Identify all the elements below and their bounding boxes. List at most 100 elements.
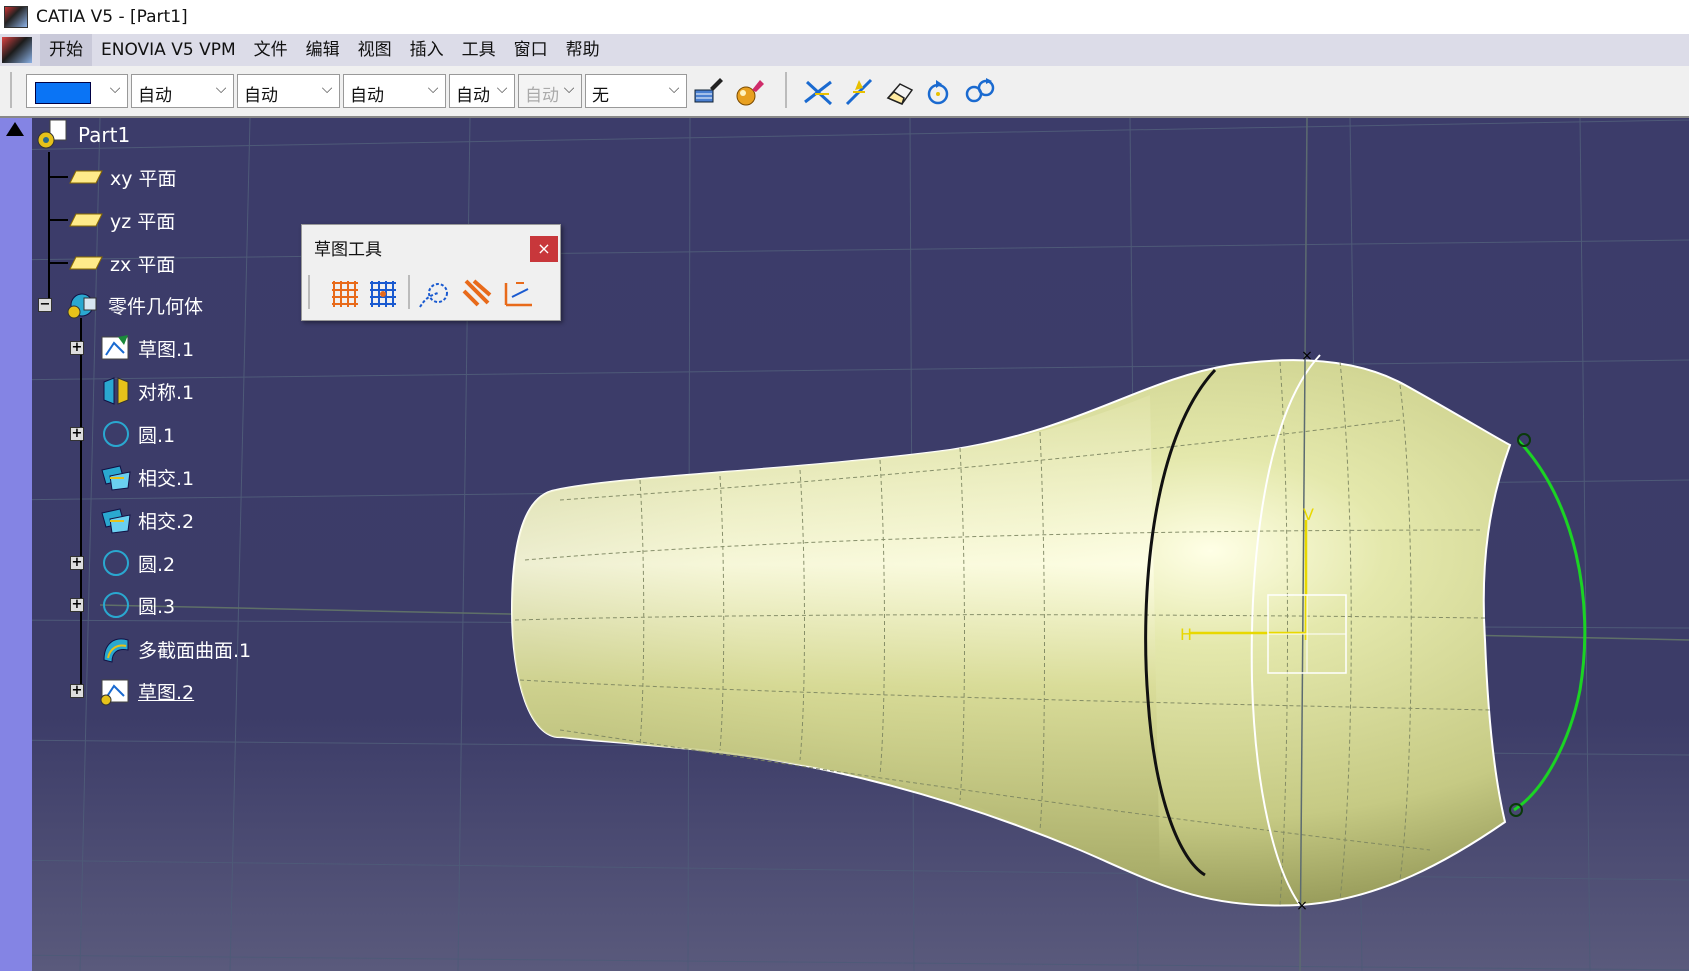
snap-to-point-icon[interactable] — [366, 277, 400, 311]
window-title: CATIA V5 - [Part1] — [36, 7, 188, 27]
toolbar-title-bar[interactable]: 草图工具 × — [302, 225, 560, 269]
menu-edit[interactable]: 编辑 — [297, 34, 349, 66]
tree-item-zx-plane[interactable]: zx 平面 — [68, 248, 175, 278]
linetype-combo[interactable]: 自动 ⌵ — [343, 74, 446, 108]
menu-start[interactable]: 开始 — [40, 34, 92, 66]
tree-item-label: 多截面曲面.1 — [138, 639, 252, 662]
trim-icon[interactable] — [803, 76, 835, 108]
menu-insert[interactable]: 插入 — [401, 34, 453, 66]
sketch-tools-toolbar[interactable]: 草图工具 × — [301, 224, 561, 321]
menu-file[interactable]: 文件 — [245, 34, 297, 66]
menu-tools[interactable]: 工具 — [453, 34, 505, 66]
tree-item-symmetry-1[interactable]: 对称.1 — [100, 376, 194, 406]
catia-logo-icon[interactable] — [2, 37, 32, 63]
chevron-down-icon: ⌵ — [109, 81, 121, 97]
tree-item-part-body[interactable]: 零件几何体 — [64, 290, 203, 320]
point-type-combo[interactable]: 自动 ⌵ — [449, 74, 515, 108]
tree-item-label: yz 平面 — [110, 210, 176, 233]
plane-icon — [69, 170, 103, 184]
tree-side-bar — [0, 118, 32, 971]
split-icon[interactable] — [843, 76, 875, 108]
toolbar-grip[interactable] — [308, 275, 310, 309]
tree-item-sketch-2[interactable]: 草图.2 — [100, 676, 194, 706]
tree-root-label: Part1 — [78, 123, 131, 147]
title-bar: CATIA V5 - [Part1] — [0, 0, 1689, 34]
tree-item-label: 相交.2 — [138, 510, 195, 533]
tree-line — [48, 176, 68, 178]
tree-collapse-triangle-icon[interactable] — [6, 122, 24, 136]
vertex-marker: × — [1296, 898, 1308, 914]
tree-item-sketch-1[interactable]: 草图.1 — [100, 333, 194, 363]
plane-icon — [69, 256, 103, 270]
chevron-down-icon: ⌵ — [561, 81, 577, 101]
chevron-down-icon: ⌵ — [215, 81, 227, 97]
tree-item-multi-section-surface-1[interactable]: 多截面曲面.1 — [100, 634, 251, 664]
sketch-icon — [101, 335, 129, 360]
symmetry-icon — [103, 377, 129, 405]
tree-item-circle-3[interactable]: 圆.3 — [100, 590, 175, 620]
neck-surface — [512, 395, 1160, 880]
expand-icon[interactable]: + — [70, 427, 84, 441]
chevron-down-icon: ⌵ — [668, 81, 680, 97]
color-combo[interactable]: ⌵ — [26, 74, 128, 108]
menu-enovia[interactable]: ENOVIA V5 VPM — [92, 34, 245, 66]
chevron-down-icon: ⌵ — [427, 81, 439, 97]
tree-item-label: zx 平面 — [110, 253, 176, 276]
layer-combo[interactable]: 自动 ⌵ — [518, 74, 582, 108]
tree-item-yz-plane[interactable]: yz 平面 — [68, 205, 175, 235]
3d-model-view[interactable]: × × V H — [0, 118, 1689, 971]
combo-value: 无 — [592, 86, 609, 106]
tree-item-circle-1[interactable]: 圆.1 — [100, 419, 175, 449]
tree-item-label: 零件几何体 — [108, 295, 204, 318]
expand-icon[interactable]: + — [70, 598, 84, 612]
tree-item-label: 相交.1 — [138, 467, 195, 490]
tree-item-intersection-1[interactable]: 相交.1 — [100, 462, 194, 492]
circle-icon — [103, 421, 129, 447]
expand-icon[interactable]: + — [70, 556, 84, 570]
close-button[interactable]: × — [530, 236, 558, 262]
rotate-icon[interactable] — [924, 76, 956, 108]
plane-icon — [69, 213, 103, 227]
graphic-properties-toolbar: ⌵ 自动 ⌵ 自动 ⌵ 自动 ⌵ 自动 ⌵ 自动 ⌵ 无 ⌵ — [0, 66, 1689, 118]
color-swatch — [35, 82, 91, 104]
tree-item-label: 草图.1 — [138, 338, 195, 361]
render-style-combo[interactable]: 无 ⌵ — [585, 74, 687, 108]
guide-curve[interactable] — [1513, 438, 1587, 812]
toolbar-buttons — [302, 271, 560, 317]
eraser-icon[interactable] — [884, 76, 916, 108]
tree-item-label: 圆.1 — [138, 424, 176, 447]
3d-viewport[interactable]: × × V H Part1 xy 平面 yz 平面 zx 平面 − 零件几何体 … — [0, 118, 1689, 971]
tree-item-xy-plane[interactable]: xy 平面 — [68, 162, 177, 192]
tree-item-label: 对称.1 — [138, 381, 195, 404]
geometric-constraints-icon[interactable] — [460, 277, 494, 311]
sketch-icon — [100, 679, 129, 706]
menu-help[interactable]: 帮助 — [557, 34, 609, 66]
toolbar-grip[interactable] — [10, 72, 12, 108]
transparency-combo[interactable]: 自动 ⌵ — [131, 74, 234, 108]
combo-value: 自动 — [525, 86, 559, 106]
part-icon — [37, 119, 67, 149]
dimensional-constraints-icon[interactable] — [502, 277, 536, 311]
tree-line — [48, 219, 68, 221]
toolbar-separator — [408, 275, 410, 309]
grid-icon[interactable] — [328, 277, 362, 311]
collapse-icon[interactable]: − — [38, 298, 52, 312]
construction-element-icon[interactable] — [418, 277, 452, 311]
tree-item-intersection-2[interactable]: 相交.2 — [100, 505, 194, 535]
linewidth-combo[interactable]: 自动 ⌵ — [237, 74, 340, 108]
tree-item-label: 草图.2 — [138, 681, 195, 704]
combo-value: 自动 — [138, 86, 172, 106]
apply-material-icon[interactable] — [734, 76, 766, 108]
tree-item-circle-2[interactable]: 圆.2 — [100, 548, 175, 578]
tree-item-label: xy 平面 — [110, 167, 177, 190]
menu-view[interactable]: 视图 — [349, 34, 401, 66]
painter-icon[interactable] — [692, 76, 724, 108]
intersection-icon — [101, 508, 131, 534]
menu-window[interactable]: 窗口 — [505, 34, 557, 66]
svg-text:V: V — [1303, 505, 1314, 524]
expand-icon[interactable]: + — [70, 341, 84, 355]
tree-root-part1[interactable]: Part1 — [36, 118, 130, 152]
reconnect-icon[interactable] — [964, 76, 996, 108]
expand-icon[interactable]: + — [70, 684, 84, 698]
circle-icon — [103, 550, 129, 576]
